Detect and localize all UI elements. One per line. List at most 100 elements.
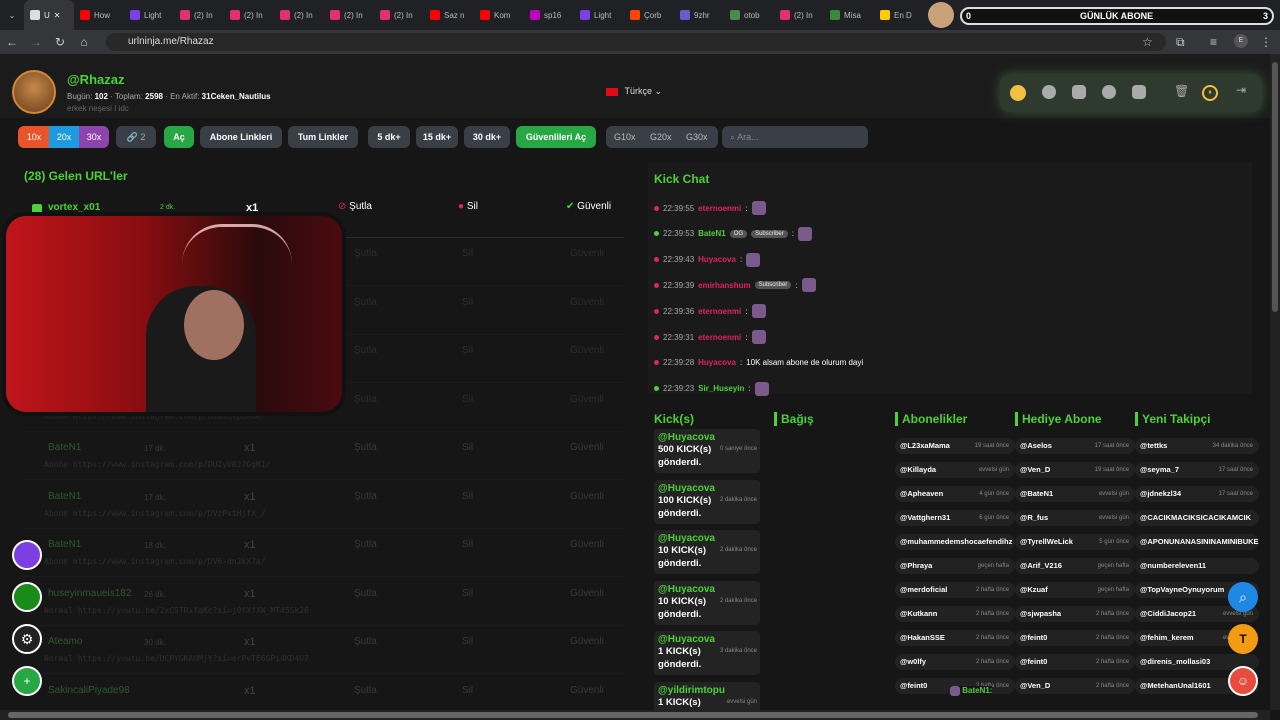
g30x-button[interactable]: G30x [686, 126, 708, 148]
url-row-link[interactable]: Normal https://youtu.be/2xCSTRxfqKc?si=j… [44, 606, 309, 615]
browser-tab[interactable]: Light [124, 0, 174, 30]
kick-icon[interactable] [1010, 85, 1026, 101]
browser-tab[interactable]: U ✕ [24, 0, 74, 30]
safe-button[interactable]: Güvenli [570, 345, 604, 356]
reload-icon[interactable]: ↻ [48, 35, 72, 49]
follower-item[interactable]: @seyma_7 17 saat önce [1135, 462, 1259, 478]
users-fab[interactable]: ☺ [1228, 666, 1258, 696]
chat-user[interactable]: BateN1 [698, 229, 726, 238]
browser-tab[interactable]: How [74, 0, 124, 30]
browser-tab[interactable]: Saz n [424, 0, 474, 30]
vertical-scrollbar-thumb[interactable] [1272, 62, 1278, 312]
delete-button[interactable]: Sil [462, 636, 473, 647]
url-row-user[interactable]: BateN1 [48, 442, 81, 453]
url-field[interactable]: urlninja.me/Rhazaz [106, 33, 1166, 51]
tab-list-button[interactable]: ⌄ [0, 0, 24, 30]
15dk-filter-button[interactable]: 15 dk+ [416, 126, 458, 148]
gift-sub-item[interactable]: @Arif_V216 geçen hafta [1015, 558, 1135, 574]
extensions-icon[interactable]: ⧉ [1176, 35, 1185, 50]
media-icon[interactable]: ≡ [1210, 35, 1217, 49]
chat-user[interactable]: emirhanshum [698, 281, 750, 290]
follower-item[interactable]: @jdnekzl34 17 saat önce [1135, 486, 1259, 502]
logout-icon[interactable]: ⇥ [1236, 83, 1246, 97]
skip-button[interactable]: Şutla [354, 539, 377, 550]
5dk-filter-button[interactable]: 5 dk+ [368, 126, 410, 148]
delete-button[interactable]: ● Sil [458, 201, 478, 212]
link-count-field[interactable]: 🔗 2 [116, 126, 156, 148]
safe-button[interactable]: Güvenli [570, 297, 604, 308]
back-icon[interactable]: ← [0, 35, 24, 49]
gift-sub-item[interactable]: @R_fus evvelsi gün [1015, 510, 1135, 526]
url-row-user[interactable]: BateN1 [48, 491, 81, 502]
safe-button[interactable]: Güvenli [570, 394, 604, 405]
pause-icon[interactable]: ⏸ [1202, 85, 1218, 101]
follower-item[interactable]: @CACIKMACIKSICACIKAMCIK [1135, 510, 1259, 526]
gift-sub-item[interactable]: @Ven_D 2 hafta önce [1015, 678, 1135, 694]
skip-button[interactable]: Şutla [354, 394, 377, 405]
horizontal-scrollbar[interactable] [0, 710, 1270, 720]
url-row-link[interactable]: Abone https://www.instagram.com/p/DV6-dn… [44, 557, 266, 566]
translate-fab[interactable]: T [1228, 624, 1258, 654]
trash-icon[interactable]: 🗑 [1174, 84, 1189, 98]
gift-sub-item[interactable]: @BateN1 evvelsi gün [1015, 486, 1135, 502]
gift-sub-item[interactable]: @feint0 2 hafta önce [1015, 654, 1135, 670]
horizontal-scrollbar-thumb[interactable] [8, 712, 1258, 718]
gift-sub-item[interactable]: @TyrellWeLick 5 gün önce [1015, 534, 1135, 550]
gift-sub-item[interactable]: @sjwpasha 2 hafta önce [1015, 606, 1135, 622]
url-row-user[interactable]: Ateamo [48, 636, 82, 647]
abone-links-button[interactable]: Abone Linkleri [200, 126, 282, 148]
forward-icon[interactable]: → [24, 35, 48, 49]
sub-item[interactable]: @Vattghern31 6 gün önce [895, 510, 1015, 526]
delete-button[interactable]: Sil [462, 491, 473, 502]
delete-button[interactable]: Sil [462, 539, 473, 550]
browser-tab[interactable]: (2) In [774, 0, 824, 30]
gift-sub-item[interactable]: @Ven_D 19 saat önce [1015, 462, 1135, 478]
browser-tab[interactable]: En D [874, 0, 924, 30]
delete-button[interactable]: Sil [462, 394, 473, 405]
safe-button[interactable]: Güvenli [570, 685, 604, 696]
delete-button[interactable]: Sil [462, 588, 473, 599]
browser-tab[interactable]: 9zhr [674, 0, 724, 30]
browser-tab[interactable]: Light [574, 0, 624, 30]
language-selector[interactable]: Türkçe ⌄ [606, 86, 662, 97]
safe-button[interactable]: Güvenli [570, 588, 604, 599]
delete-button[interactable]: Sil [462, 442, 473, 453]
home-icon[interactable]: ⌂ [72, 35, 96, 49]
browser-tab[interactable]: (2) In [274, 0, 324, 30]
skip-button[interactable]: Şutla [354, 588, 377, 599]
sub-item[interactable]: @Apheaven 4 gün önce [895, 486, 1015, 502]
speed-20x-button[interactable]: 20x [49, 126, 79, 148]
youtube-icon[interactable] [1102, 85, 1116, 99]
chat-user[interactable]: eternoenmi [698, 307, 741, 316]
safe-button[interactable]: Güvenli [570, 491, 604, 502]
skip-button[interactable]: Şutla [354, 685, 377, 696]
safe-button[interactable]: Güvenli [570, 539, 604, 550]
skip-button[interactable]: Şutla [354, 248, 377, 259]
delete-button[interactable]: Sil [462, 248, 473, 259]
url-row-link[interactable]: Abone https://www.instagram.com/p/DVzPxt… [44, 509, 266, 518]
30dk-filter-button[interactable]: 30 dk+ [464, 126, 510, 148]
url-row-link[interactable]: Abone https://www.instagram.com/p/DUZyV8… [44, 460, 270, 469]
g10x-button[interactable]: G10x [614, 126, 636, 148]
sub-item[interactable]: @muhammedemshocaefendihz [895, 534, 1015, 550]
url-row-link[interactable]: Normal https://youtu.be/UCPYGKAUMjY?si=o… [44, 654, 309, 663]
browser-tab[interactable]: sp16 [524, 0, 574, 30]
delete-button[interactable]: Sil [462, 297, 473, 308]
sub-item[interactable]: @HakanSSE 2 hafta önce [895, 630, 1015, 646]
browser-tab[interactable]: Misa [824, 0, 874, 30]
skip-button[interactable]: Şutla [354, 442, 377, 453]
browser-tab[interactable]: otob [724, 0, 774, 30]
chat-user[interactable]: eternoenmi [698, 333, 741, 342]
search-field[interactable]: ⌕ Ara... [722, 126, 868, 148]
url-row-user[interactable]: huseyinmaueis182 [48, 588, 131, 599]
open-button[interactable]: Aç [164, 126, 194, 148]
follower-item[interactable]: @APONUNANASININAMINIBUKEN [1135, 534, 1259, 550]
instagram-icon[interactable] [1072, 85, 1086, 99]
open-safe-button[interactable]: Güvenlileri Aç [516, 126, 596, 148]
skip-button[interactable]: ⊘ Şutla [338, 201, 372, 212]
g20x-button[interactable]: G20x [650, 126, 672, 148]
chat-user[interactable]: Sir_Huseyin [698, 384, 744, 393]
delete-button[interactable]: Sil [462, 345, 473, 356]
twitter-icon[interactable] [1042, 85, 1056, 99]
speed-30x-button[interactable]: 30x [79, 126, 109, 148]
